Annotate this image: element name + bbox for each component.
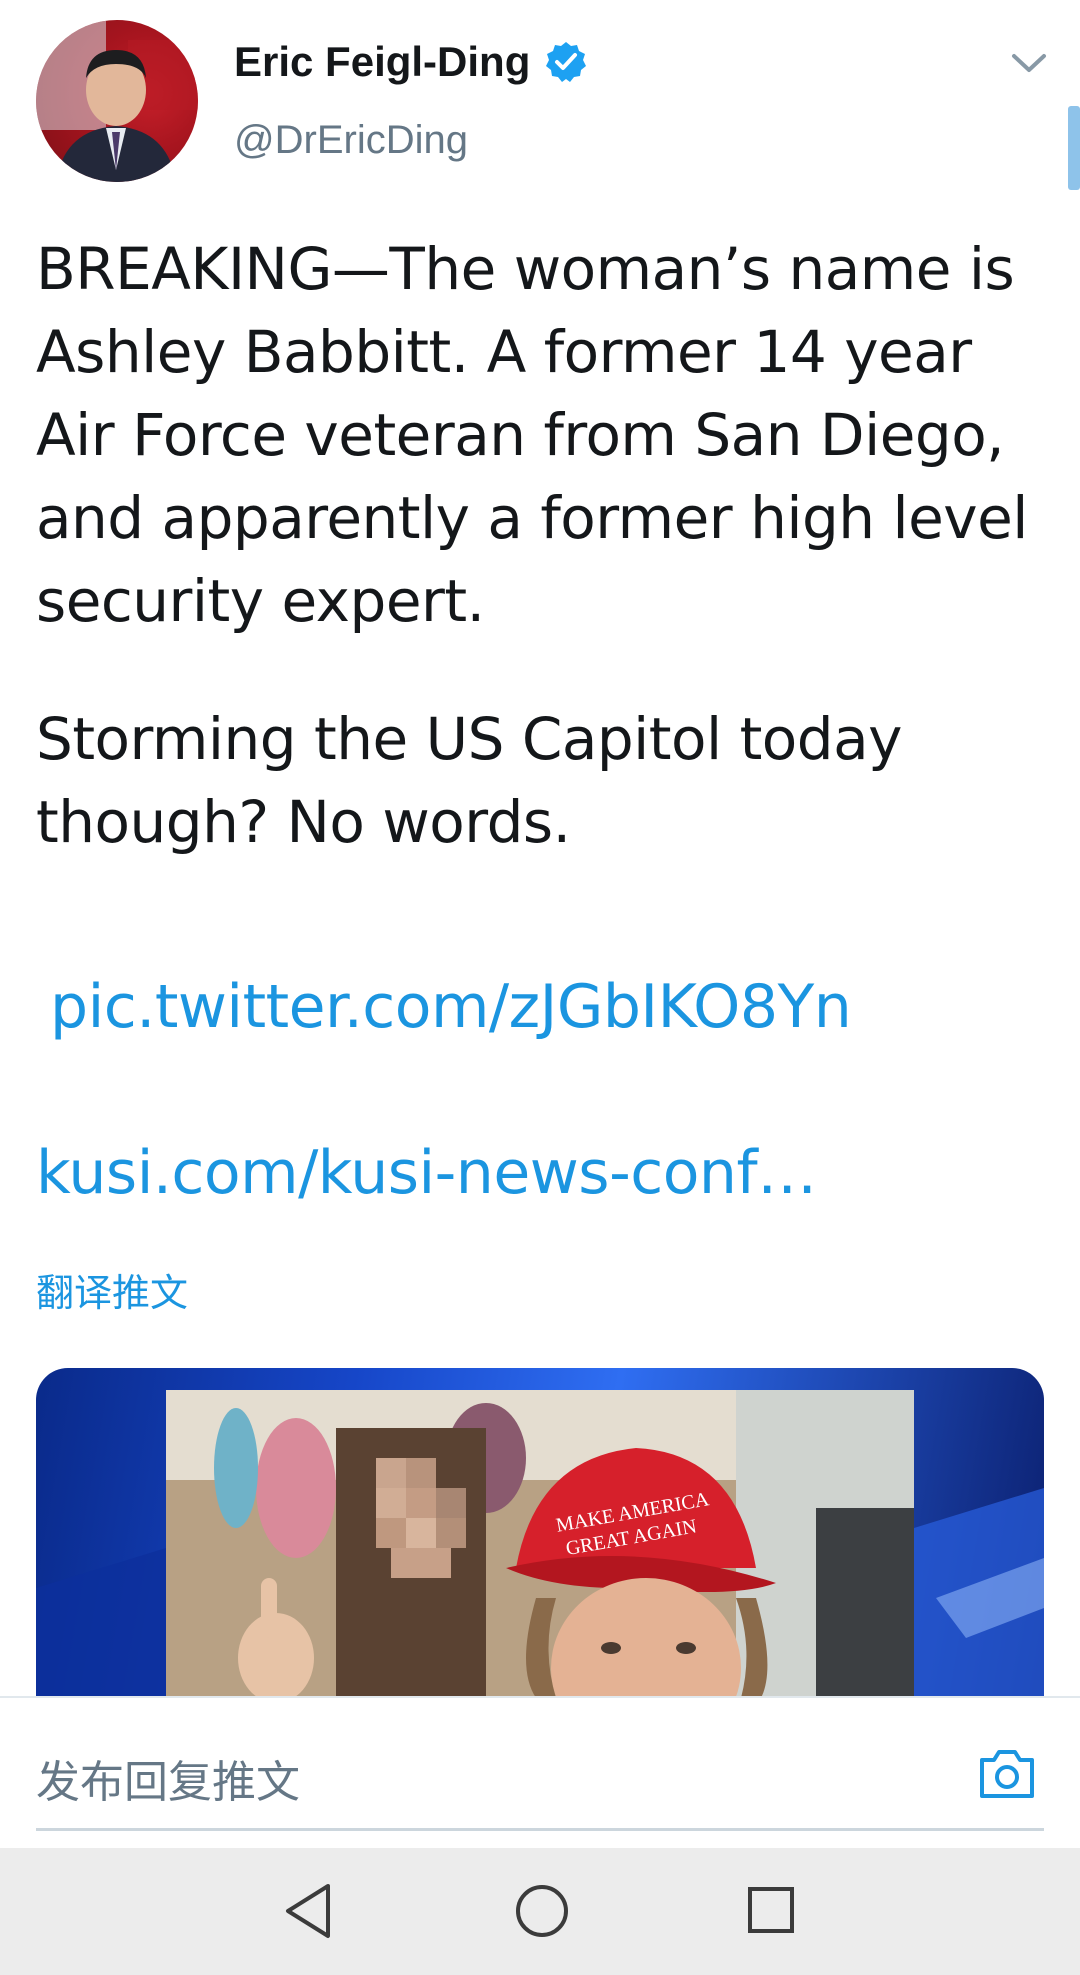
reply-composer: 发布回复推文 bbox=[0, 1696, 1080, 1848]
verified-badge-icon bbox=[544, 40, 588, 84]
translate-tweet-link[interactable]: 翻译推文 bbox=[36, 1262, 188, 1317]
pic-link[interactable]: pic.twitter.com/zJGbIKO8Yn bbox=[50, 972, 852, 1042]
tweet-detail-screen: Eric Feigl-Ding @DrEricDing BREAKING—The… bbox=[0, 0, 1080, 1975]
chevron-down-icon[interactable] bbox=[1010, 50, 1048, 76]
nav-home-icon[interactable] bbox=[514, 1883, 570, 1939]
user-handle[interactable]: @DrEricDing bbox=[234, 118, 468, 163]
camera-icon[interactable] bbox=[976, 1742, 1038, 1804]
reply-input[interactable]: 发布回复推文 bbox=[36, 1746, 300, 1810]
tweet-paragraph-2: Storming the US Capitol today though? No… bbox=[36, 705, 902, 856]
scrollbar[interactable] bbox=[1068, 106, 1080, 190]
tweet-media-image[interactable]: MAKE AMERICA GREAT AGAIN bbox=[36, 1368, 1044, 1698]
avatar[interactable] bbox=[36, 20, 198, 182]
tweet-text: BREAKING—The woman’s name is Ashley Babb… bbox=[36, 228, 1046, 864]
tweet-paragraph-1: BREAKING—The woman’s name is Ashley Babb… bbox=[36, 235, 1028, 635]
display-name-text: Eric Feigl-Ding bbox=[234, 38, 531, 85]
display-name[interactable]: Eric Feigl-Ding bbox=[234, 38, 588, 86]
nav-recents-icon[interactable] bbox=[746, 1885, 796, 1935]
external-link[interactable]: kusi.com/kusi-news-conf… bbox=[36, 1138, 817, 1208]
android-nav-bar bbox=[0, 1848, 1080, 1975]
tweet-header: Eric Feigl-Ding @DrEricDing bbox=[0, 0, 1080, 200]
nav-back-icon[interactable] bbox=[282, 1882, 334, 1940]
reply-underline bbox=[36, 1828, 1044, 1831]
